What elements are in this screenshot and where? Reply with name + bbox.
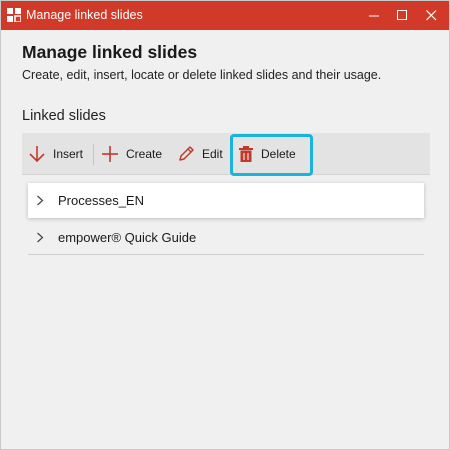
list-item-label: empower® Quick Guide bbox=[58, 230, 197, 245]
minimize-icon bbox=[368, 15, 379, 17]
title-bar[interactable]: Manage linked slides bbox=[1, 1, 449, 30]
insert-button[interactable]: Insert bbox=[28, 133, 83, 175]
list-item[interactable]: Processes_EN bbox=[28, 183, 424, 218]
delete-highlight-box bbox=[230, 134, 313, 176]
create-label: Create bbox=[126, 147, 163, 161]
dialog-content: Manage linked slides Create, edit, inser… bbox=[1, 30, 449, 449]
app-logo-icon bbox=[7, 8, 21, 22]
close-icon bbox=[425, 10, 436, 21]
list-item[interactable]: empower® Quick Guide bbox=[28, 220, 424, 255]
create-button[interactable]: Create bbox=[101, 133, 162, 175]
edit-label: Edit bbox=[202, 147, 223, 161]
toolbar-divider bbox=[93, 144, 94, 165]
window-title: Manage linked slides bbox=[26, 8, 143, 22]
edit-button[interactable]: Edit bbox=[177, 133, 223, 175]
close-button[interactable] bbox=[415, 1, 447, 30]
dialog-window: Manage linked slides Manage linked slide… bbox=[0, 0, 450, 450]
section-label: Linked slides bbox=[22, 108, 106, 124]
maximize-button[interactable] bbox=[386, 1, 418, 30]
maximize-icon bbox=[396, 10, 407, 20]
list-item-label: Processes_EN bbox=[58, 193, 144, 208]
page-description: Create, edit, insert, locate or delete l… bbox=[22, 68, 382, 82]
insert-label: Insert bbox=[53, 147, 84, 161]
chevron-right-icon[interactable] bbox=[36, 195, 44, 206]
toolbar: Insert Create Edit Delete bbox=[22, 133, 430, 176]
page-title: Manage linked slides bbox=[22, 42, 198, 62]
plus-icon bbox=[102, 146, 118, 162]
arrow-down-icon bbox=[29, 146, 45, 163]
pencil-icon bbox=[179, 146, 194, 161]
chevron-right-icon[interactable] bbox=[36, 232, 44, 243]
linked-slides-list: Processes_EN empower® Quick Guide bbox=[28, 183, 424, 255]
